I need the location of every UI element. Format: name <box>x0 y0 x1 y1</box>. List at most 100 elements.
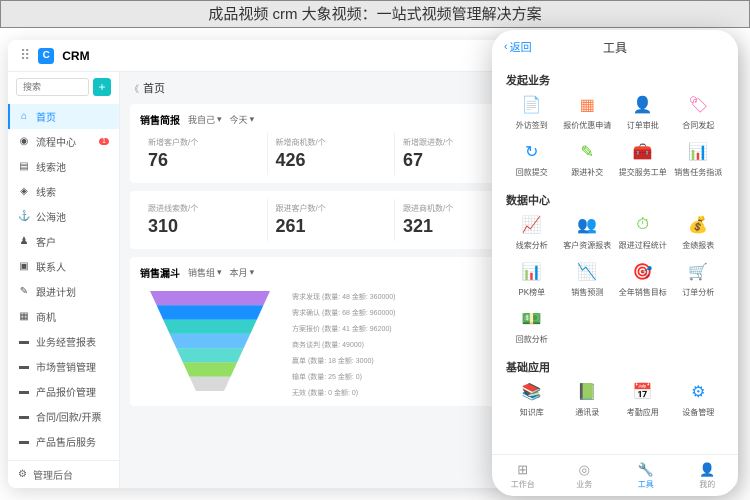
tab-label: 我的 <box>699 479 715 490</box>
chevron-down-icon: ▾ <box>217 267 222 278</box>
app-icon: ⚙ <box>687 381 709 403</box>
sidebar-item[interactable]: ✎跟进计划 <box>8 279 119 304</box>
sidebar-item[interactable]: ▬产品报价管理 <box>8 379 119 404</box>
chevron-left-icon[interactable]: 《 <box>130 82 139 95</box>
sidebar-item[interactable]: ▬业务经营报表 <box>8 329 119 354</box>
nav-label: 线索 <box>36 184 56 199</box>
app-icon: 📄 <box>521 94 543 116</box>
app-label: 知识库 <box>520 407 544 418</box>
mobile-app-item[interactable]: 🏷合同发起 <box>673 94 725 131</box>
mobile-app-item[interactable]: 📗通讯录 <box>562 381 614 418</box>
funnel-filter-team[interactable]: 销售组 ▾ <box>188 266 222 279</box>
app-label: 全年销售目标 <box>619 287 667 298</box>
funnel-stage[interactable] <box>176 348 243 362</box>
apps-grid-icon[interactable]: ⠿ <box>20 47 30 64</box>
sidebar-item[interactable]: ♟客户 <box>8 229 119 254</box>
mobile-app-item[interactable]: ✎跟进补交 <box>562 141 614 178</box>
app-icon: ▦ <box>576 94 598 116</box>
mobile-tabbar: ⊞工作台◎业务🔧工具👤我的 <box>492 454 738 496</box>
app-icon: 🛒 <box>687 261 709 283</box>
mobile-app-item[interactable]: 💵回款分析 <box>506 308 558 345</box>
sidebar-item[interactable]: ▬市场营销管理 <box>8 354 119 379</box>
mobile-app-item[interactable]: 🧰提交服务工单 <box>617 141 669 178</box>
mobile-app-item[interactable]: ▦报价优惠申请 <box>562 94 614 131</box>
sidebar-item[interactable]: ⚓公海池 <box>8 204 119 229</box>
sidebar-item[interactable]: ▣联系人 <box>8 254 119 279</box>
app-icon: ↻ <box>521 141 543 163</box>
mobile-app-item[interactable]: 📉销售预测 <box>562 261 614 298</box>
mobile-app-item[interactable]: 📚知识库 <box>506 381 558 418</box>
sidebar-item[interactable]: ◈线索 <box>8 179 119 204</box>
sidebar-item[interactable]: ◉流程中心1 <box>8 129 119 154</box>
mobile-app-item[interactable]: ↻回款提交 <box>506 141 558 178</box>
metric-value: 261 <box>276 216 387 237</box>
app-label: 订单审批 <box>627 120 659 131</box>
funnel-title: 销售漏斗 <box>140 265 180 280</box>
mobile-app-item[interactable]: 👤订单审批 <box>617 94 669 131</box>
metric[interactable]: 新增商机数/个 426 <box>268 133 396 175</box>
mobile-tab[interactable]: 👤我的 <box>677 455 739 496</box>
admin-backend-link[interactable]: ⚙ 管理后台 <box>8 460 119 488</box>
app-label: 客户资源报表 <box>563 240 611 251</box>
badge: 1 <box>99 138 109 145</box>
sidebar-item[interactable]: ⌂首页 <box>8 104 119 129</box>
sidebar-search-input[interactable] <box>16 78 89 96</box>
app-icon: 📊 <box>521 261 543 283</box>
app-label: 合同发起 <box>682 120 714 131</box>
mobile-app-item[interactable]: 👥客户资源报表 <box>562 214 614 251</box>
funnel-filter-time[interactable]: 本月 ▾ <box>230 266 255 279</box>
app-icon: ⏱ <box>632 214 654 236</box>
sidebar-item[interactable]: ▬合同/回款/开票 <box>8 404 119 429</box>
brief-title: 销售简报 <box>140 112 180 127</box>
nav-label: 产品报价管理 <box>36 384 96 399</box>
nav-icon: ▦ <box>18 311 30 322</box>
app-icon: 🧰 <box>632 141 654 163</box>
sidebar-item[interactable]: ▦商机 <box>8 304 119 329</box>
funnel-stage[interactable] <box>163 320 257 334</box>
nav-label: 市场营销管理 <box>36 359 96 374</box>
mobile-app-item[interactable]: 🛒 订单分析 <box>673 261 725 298</box>
crm-logo-icon: C <box>38 48 54 64</box>
add-button[interactable]: + <box>93 78 111 96</box>
tab-label: 工作台 <box>511 479 535 490</box>
mobile-app-item[interactable]: 📄外访签到 <box>506 94 558 131</box>
app-label: 回款分析 <box>516 334 548 345</box>
brief-filter-scope[interactable]: 我自己 ▾ <box>188 113 222 126</box>
funnel-stage[interactable] <box>157 305 264 319</box>
nav-label: 公海池 <box>36 209 66 224</box>
app-icon: 📅 <box>632 381 654 403</box>
sidebar-item[interactable]: ▬产品售后服务 <box>8 429 119 454</box>
metric[interactable]: 跟进客户数/个261 <box>268 199 396 241</box>
nav-label: 合同/回款/开票 <box>36 409 102 424</box>
mobile-tab[interactable]: 🔧工具 <box>615 455 677 496</box>
funnel-stage[interactable] <box>183 362 237 376</box>
app-icon: 📉 <box>576 261 598 283</box>
mobile-section-title: 基础应用 <box>506 351 724 381</box>
sidebar: + ⌂首页◉流程中心1▤线索池◈线索⚓公海池♟客户▣联系人✎跟进计划▦商机▬业务… <box>8 72 120 488</box>
metric[interactable]: 新增客户数/个76 <box>140 133 268 175</box>
mobile-app-item[interactable]: 🎯全年销售目标 <box>617 261 669 298</box>
nav-label: 跟进计划 <box>36 284 76 299</box>
nav-icon: ▤ <box>18 161 30 172</box>
mobile-app-item[interactable]: 📊PK榜单 <box>506 261 558 298</box>
funnel-stage[interactable] <box>170 334 251 348</box>
mobile-tab[interactable]: ⊞工作台 <box>492 455 554 496</box>
metric-label: 新增商机数/个 <box>276 137 387 148</box>
nav-label: 客户 <box>36 234 56 249</box>
sidebar-item[interactable]: ▤线索池 <box>8 154 119 179</box>
brief-filter-time[interactable]: 今天 ▾ <box>230 113 255 126</box>
mobile-tab[interactable]: ◎业务 <box>554 455 616 496</box>
metric-value: 426 <box>276 150 387 171</box>
mobile-app-item[interactable]: 📈线索分析 <box>506 214 558 251</box>
mobile-app-item[interactable]: 💰金绩报表 <box>673 214 725 251</box>
mobile-app-item[interactable]: ⏱跟进过程统计 <box>617 214 669 251</box>
mobile-app-item[interactable]: 📊销售任务指派 <box>673 141 725 178</box>
back-button[interactable]: ‹ 返回 <box>504 39 532 55</box>
mobile-app-item[interactable]: ⚙设备管理 <box>673 381 725 418</box>
funnel-stage[interactable] <box>189 377 230 391</box>
metric[interactable]: 跟进线索数/个310 <box>140 199 268 241</box>
funnel-stage[interactable] <box>150 291 270 305</box>
mobile-app-item[interactable]: 📅考勤应用 <box>617 381 669 418</box>
nav-icon: ▬ <box>18 436 30 447</box>
app-label: 订单分析 <box>682 287 714 298</box>
